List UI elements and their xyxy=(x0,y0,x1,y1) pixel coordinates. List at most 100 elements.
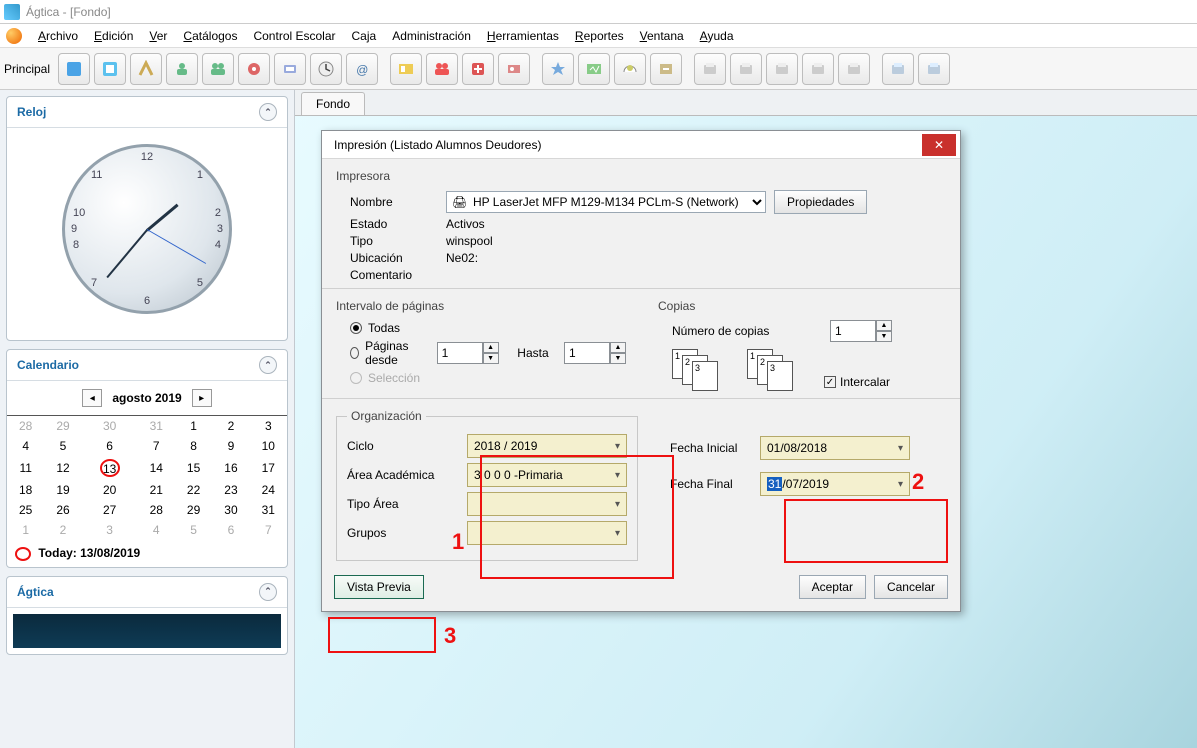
pages-to-input[interactable] xyxy=(564,342,610,364)
calendar-day[interactable]: 14 xyxy=(138,456,175,480)
calendar-day[interactable]: 8 xyxy=(175,436,212,456)
toolbar-button[interactable] xyxy=(542,53,574,85)
toolbar-button[interactable] xyxy=(838,53,870,85)
calendar-day[interactable]: 1 xyxy=(7,520,44,540)
toolbar-button[interactable] xyxy=(882,53,914,85)
calendar-day[interactable]: 5 xyxy=(175,520,212,540)
toolbar-button[interactable] xyxy=(166,53,198,85)
calendar-day[interactable]: 1 xyxy=(175,416,212,437)
toolbar-button[interactable] xyxy=(614,53,646,85)
spinner-down-icon[interactable]: ▼ xyxy=(483,353,499,364)
calendar-day[interactable]: 23 xyxy=(212,480,249,500)
calendar-day[interactable]: 24 xyxy=(250,480,287,500)
grupos-select[interactable]: ▾ xyxy=(467,521,627,545)
printer-select[interactable]: HP LaserJet MFP M129-M134 PCLm-S (Networ… xyxy=(446,191,766,213)
toolbar-button[interactable] xyxy=(578,53,610,85)
collate-checkbox[interactable]: ✓ xyxy=(824,376,836,388)
menu-item[interactable]: Edición xyxy=(86,27,141,45)
calendar-day[interactable]: 31 xyxy=(138,416,175,437)
vista-previa-button[interactable]: Vista Previa xyxy=(334,575,424,599)
calendar-day[interactable]: 19 xyxy=(44,480,81,500)
menu-item[interactable]: Ver xyxy=(141,27,175,45)
toolbar-button[interactable]: @ xyxy=(346,53,378,85)
calendar-day[interactable]: 13 xyxy=(82,456,138,480)
collapse-icon[interactable]: ⌃ xyxy=(259,103,277,121)
spinner-up-icon[interactable]: ▲ xyxy=(876,320,892,331)
cancelar-button[interactable]: Cancelar xyxy=(874,575,948,599)
pages-from-input[interactable] xyxy=(437,342,483,364)
menu-item[interactable]: Caja xyxy=(344,27,385,45)
radio-pages-from[interactable]: Páginas desde ▲▼ Hasta ▲▼ xyxy=(350,339,626,367)
calendar-prev-button[interactable]: ◂ xyxy=(82,389,102,407)
toolbar-button[interactable] xyxy=(498,53,530,85)
tab-fondo[interactable]: Fondo xyxy=(301,92,365,115)
area-select[interactable]: 3 0 0 0 -Primaria▾ xyxy=(467,463,627,487)
calendar-day[interactable]: 10 xyxy=(250,436,287,456)
printer-properties-button[interactable]: Propiedades xyxy=(774,190,867,214)
calendar-day[interactable]: 21 xyxy=(138,480,175,500)
ciclo-select[interactable]: 2018 / 2019▾ xyxy=(467,434,627,458)
calendar-day[interactable]: 20 xyxy=(82,480,138,500)
toolbar-button[interactable] xyxy=(390,53,422,85)
calendar-day[interactable]: 7 xyxy=(250,520,287,540)
menu-item[interactable]: Control Escolar xyxy=(245,27,343,45)
fecha-inicial-input[interactable]: 01/08/2018▾ xyxy=(760,436,910,460)
menu-item[interactable]: Ventana xyxy=(632,27,692,45)
calendar-day[interactable]: 18 xyxy=(7,480,44,500)
calendar-day[interactable]: 11 xyxy=(7,456,44,480)
calendar-day[interactable]: 30 xyxy=(82,416,138,437)
toolbar-button[interactable] xyxy=(238,53,270,85)
calendar-day[interactable]: 3 xyxy=(250,416,287,437)
calendar-day[interactable]: 4 xyxy=(7,436,44,456)
collapse-icon[interactable]: ⌃ xyxy=(259,583,277,601)
toolbar-button[interactable] xyxy=(202,53,234,85)
toolbar-button[interactable] xyxy=(58,53,90,85)
calendar-day[interactable]: 7 xyxy=(138,436,175,456)
calendar-day[interactable]: 4 xyxy=(138,520,175,540)
calendar-day[interactable]: 5 xyxy=(44,436,81,456)
spinner-up-icon[interactable]: ▲ xyxy=(610,342,626,353)
toolbar-button[interactable] xyxy=(766,53,798,85)
calendar-day[interactable]: 31 xyxy=(250,500,287,520)
spinner-down-icon[interactable]: ▼ xyxy=(876,331,892,342)
menu-item[interactable]: Administración xyxy=(384,27,479,45)
fecha-final-input[interactable]: 31/07/2019 ▾ xyxy=(760,472,910,496)
calendar-day[interactable]: 17 xyxy=(250,456,287,480)
calendar-day[interactable]: 6 xyxy=(212,520,249,540)
menu-item[interactable]: Herramientas xyxy=(479,27,567,45)
calendar-day[interactable]: 9 xyxy=(212,436,249,456)
toolbar-button[interactable] xyxy=(462,53,494,85)
calendar-day[interactable]: 6 xyxy=(82,436,138,456)
calendar-day[interactable]: 12 xyxy=(44,456,81,480)
radio-all-pages[interactable]: Todas xyxy=(350,321,626,335)
aceptar-button[interactable]: Aceptar xyxy=(799,575,866,599)
copies-input[interactable] xyxy=(830,320,876,342)
toolbar-button[interactable] xyxy=(730,53,762,85)
toolbar-button[interactable] xyxy=(802,53,834,85)
menu-item[interactable]: Reportes xyxy=(567,27,632,45)
toolbar-button[interactable] xyxy=(918,53,950,85)
toolbar-button[interactable] xyxy=(94,53,126,85)
tipo-area-select[interactable]: ▾ xyxy=(467,492,627,516)
calendar-day[interactable]: 28 xyxy=(7,416,44,437)
calendar-day[interactable]: 16 xyxy=(212,456,249,480)
toolbar-button[interactable] xyxy=(310,53,342,85)
calendar-day[interactable]: 22 xyxy=(175,480,212,500)
calendar-day[interactable]: 29 xyxy=(175,500,212,520)
toolbar-button[interactable] xyxy=(130,53,162,85)
close-icon[interactable]: ✕ xyxy=(922,134,956,156)
spinner-down-icon[interactable]: ▼ xyxy=(610,353,626,364)
toolbar-button[interactable] xyxy=(694,53,726,85)
menu-item[interactable]: Ayuda xyxy=(692,27,742,45)
calendar-next-button[interactable]: ▸ xyxy=(192,389,212,407)
toolbar-button[interactable] xyxy=(426,53,458,85)
toolbar-button[interactable] xyxy=(650,53,682,85)
calendar-day[interactable]: 2 xyxy=(212,416,249,437)
calendar-day[interactable]: 26 xyxy=(44,500,81,520)
menu-item[interactable]: Archivo xyxy=(30,27,86,45)
calendar-day[interactable]: 27 xyxy=(82,500,138,520)
calendar-day[interactable]: 30 xyxy=(212,500,249,520)
calendar-day[interactable]: 28 xyxy=(138,500,175,520)
calendar-grid[interactable]: 2829303112345678910111213141516171819202… xyxy=(7,411,287,540)
toolbar-button[interactable] xyxy=(274,53,306,85)
